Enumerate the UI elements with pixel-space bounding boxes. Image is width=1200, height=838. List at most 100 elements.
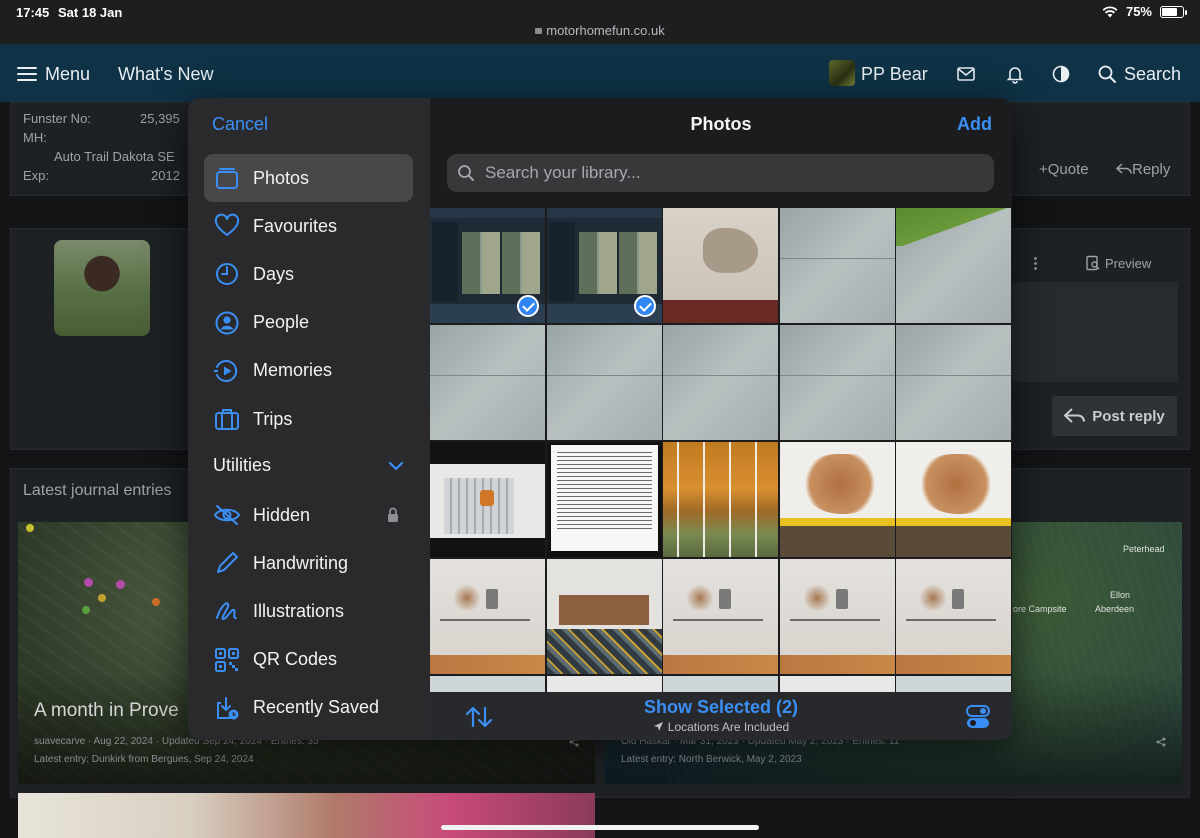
sidebar-item-handwriting[interactable]: Handwriting bbox=[204, 539, 413, 587]
profile-value-mh: Auto Trail Dakota SE bbox=[54, 149, 175, 164]
map-label: Ellon bbox=[1110, 590, 1131, 600]
photo-thumbnail[interactable] bbox=[430, 208, 545, 323]
map-pin-icon bbox=[84, 578, 93, 587]
share-icon[interactable] bbox=[1156, 737, 1166, 747]
sidebar-item-label: Trips bbox=[253, 408, 293, 429]
status-date: Sat 18 Jan bbox=[58, 5, 123, 20]
photo-thumbnail[interactable] bbox=[546, 208, 662, 323]
photo-thumbnail[interactable] bbox=[663, 676, 779, 692]
battery-icon bbox=[1160, 5, 1187, 18]
sidebar-item-label: Illustrations bbox=[253, 600, 345, 621]
photo-thumbnail[interactable] bbox=[779, 325, 895, 440]
picker-sidebar: Cancel Photos Favourites Days People Memorie… bbox=[188, 98, 430, 740]
sidebar-item-favourites[interactable]: Favourites bbox=[204, 202, 413, 250]
preview-button[interactable]: Preview bbox=[1085, 255, 1151, 271]
map-pin-icon bbox=[98, 594, 106, 602]
memories-icon bbox=[213, 357, 241, 385]
search-icon[interactable] bbox=[1097, 64, 1117, 84]
toggle-options-icon[interactable] bbox=[966, 704, 990, 730]
photo-thumbnail[interactable] bbox=[546, 676, 662, 692]
lock-icon bbox=[388, 507, 398, 522]
photo-thumbnail[interactable] bbox=[896, 676, 1012, 692]
journal-photo-bottom[interactable] bbox=[18, 793, 595, 838]
cancel-button[interactable]: Cancel bbox=[212, 114, 268, 135]
picker-title: Photos bbox=[690, 114, 752, 134]
journal-title-left[interactable]: A month in Prove bbox=[34, 700, 179, 722]
profile-value-exp: 2012 bbox=[151, 168, 180, 183]
photo-thumbnail[interactable] bbox=[779, 559, 895, 674]
sidebar-item-label: People bbox=[253, 312, 310, 333]
photo-thumbnail[interactable] bbox=[546, 442, 662, 557]
contrast-icon[interactable] bbox=[1051, 64, 1071, 84]
library-search-input[interactable] bbox=[485, 154, 985, 192]
map-pin-icon bbox=[82, 606, 90, 614]
photo-thumbnail[interactable] bbox=[779, 208, 895, 323]
photo-picker-dialog: Cancel Photos Favourites Days People Memorie… bbox=[188, 98, 1012, 740]
map-pin-icon bbox=[152, 598, 160, 606]
photo-thumbnail[interactable] bbox=[430, 676, 545, 692]
photo-thumbnail[interactable] bbox=[896, 442, 1012, 557]
wifi-icon bbox=[1102, 5, 1118, 17]
add-button[interactable]: Add bbox=[957, 114, 992, 135]
reply-icon bbox=[1064, 408, 1086, 423]
photo-thumbnail[interactable] bbox=[663, 325, 779, 440]
photo-thumbnail[interactable] bbox=[896, 325, 1012, 440]
sidebar-item-qr-codes[interactable]: QR Codes bbox=[204, 636, 413, 684]
location-arrow-icon bbox=[653, 722, 663, 731]
sidebar-item-label: Memories bbox=[253, 360, 333, 381]
photo-thumbnail[interactable] bbox=[430, 325, 545, 440]
photo-thumbnail[interactable] bbox=[430, 559, 545, 674]
photo-thumbnail[interactable] bbox=[546, 559, 662, 674]
sidebar-item-hidden[interactable]: Hidden bbox=[204, 491, 413, 539]
home-indicator[interactable] bbox=[441, 825, 759, 830]
map-label: Aberdeen bbox=[1095, 604, 1135, 614]
address-bar[interactable]: motorhomefun.co.uk bbox=[0, 23, 1200, 38]
photo-thumbnail[interactable] bbox=[779, 442, 895, 557]
sidebar-item-label: Handwriting bbox=[253, 552, 349, 573]
sidebar-item-photos[interactable]: Photos bbox=[204, 154, 413, 202]
reply-icon bbox=[1115, 163, 1132, 174]
more-options-icon[interactable] bbox=[1034, 256, 1037, 271]
photo-thumbnail[interactable] bbox=[663, 208, 779, 323]
hamburger-icon[interactable] bbox=[17, 67, 37, 81]
selected-check-icon bbox=[633, 295, 656, 317]
sidebar-item-recently-saved[interactable]: Recently Saved bbox=[204, 684, 413, 732]
mail-icon[interactable] bbox=[956, 64, 976, 84]
reply-button[interactable]: Reply bbox=[1115, 161, 1170, 178]
sidebar-item-days[interactable]: Days bbox=[204, 250, 413, 298]
clock-icon bbox=[213, 260, 241, 288]
chevron-down-icon[interactable] bbox=[388, 461, 404, 471]
menu-button[interactable]: Menu bbox=[45, 64, 90, 85]
utilities-header[interactable]: Utilities bbox=[213, 455, 271, 476]
sidebar-item-label: Recently Saved bbox=[253, 697, 380, 718]
locations-note[interactable]: Locations Are Included bbox=[430, 720, 1012, 734]
sidebar-item-illustrations[interactable]: Illustrations bbox=[204, 587, 413, 635]
bell-icon[interactable] bbox=[1005, 64, 1025, 84]
photo-thumbnail[interactable] bbox=[430, 442, 545, 557]
photo-thumbnail[interactable] bbox=[896, 559, 1012, 674]
post-reply-button[interactable]: Post reply bbox=[1052, 396, 1177, 436]
reply-user-avatar bbox=[54, 240, 150, 336]
photo-thumbnail[interactable] bbox=[546, 325, 662, 440]
sidebar-item-people[interactable]: People bbox=[204, 299, 413, 347]
sidebar-item-label: Favourites bbox=[253, 215, 338, 236]
battery-percent: 75% bbox=[1125, 4, 1152, 19]
username-link[interactable]: PP Bear bbox=[861, 64, 928, 85]
photo-thumbnail[interactable] bbox=[779, 676, 895, 692]
photo-thumbnail[interactable] bbox=[663, 442, 779, 557]
search-button[interactable]: Search bbox=[1124, 64, 1181, 85]
editor-area[interactable] bbox=[1012, 282, 1178, 382]
photo-thumbnail[interactable] bbox=[896, 208, 1012, 323]
profile-label-funster: Funster No: bbox=[23, 111, 91, 126]
journal-latest-right: Latest entry: North Berwick, May 2, 2023 bbox=[621, 754, 802, 765]
selected-check-icon bbox=[517, 295, 539, 317]
show-selected-button[interactable]: Show Selected (2) bbox=[430, 697, 1012, 718]
map-pin-icon bbox=[116, 580, 125, 589]
sidebar-item-trips[interactable]: Trips bbox=[204, 395, 413, 443]
whats-new-link[interactable]: What's New bbox=[118, 64, 213, 85]
quote-button[interactable]: +Quote bbox=[1039, 161, 1089, 178]
photo-thumbnail[interactable] bbox=[663, 559, 779, 674]
scribble-icon bbox=[213, 597, 241, 625]
user-avatar[interactable] bbox=[829, 60, 855, 86]
sidebar-item-memories[interactable]: Memories bbox=[204, 347, 413, 395]
